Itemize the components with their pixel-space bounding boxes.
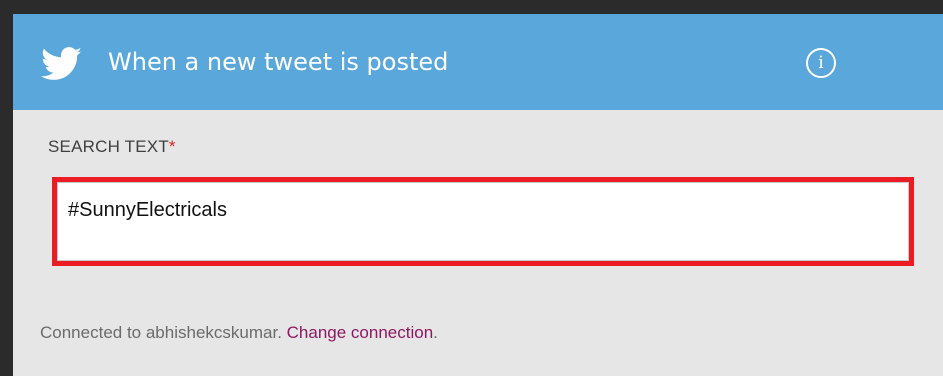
info-icon[interactable]: i — [806, 48, 836, 78]
info-glyph: i — [818, 52, 824, 73]
required-marker: * — [168, 137, 176, 156]
connection-status: Connected to abhishekcskumar. Change con… — [40, 323, 438, 343]
connection-status-text: Connected to abhishekcskumar. — [40, 323, 287, 342]
twitter-bird-icon — [41, 47, 82, 80]
card-header: When a new tweet is posted i — [13, 14, 943, 110]
search-text-input[interactable] — [58, 183, 908, 255]
trigger-card: When a new tweet is posted i SEARCH TEXT… — [13, 14, 943, 376]
search-text-field-wrapper — [57, 182, 909, 261]
search-text-highlight — [52, 177, 914, 266]
window-frame: When a new tweet is posted i SEARCH TEXT… — [0, 0, 943, 376]
trigger-title: When a new tweet is posted — [108, 48, 449, 76]
change-connection-link[interactable]: Change connection — [287, 323, 434, 342]
search-text-label-text: SEARCH TEXT — [48, 137, 169, 156]
search-text-label: SEARCH TEXT* — [48, 137, 176, 157]
connection-status-suffix: . — [433, 323, 438, 342]
